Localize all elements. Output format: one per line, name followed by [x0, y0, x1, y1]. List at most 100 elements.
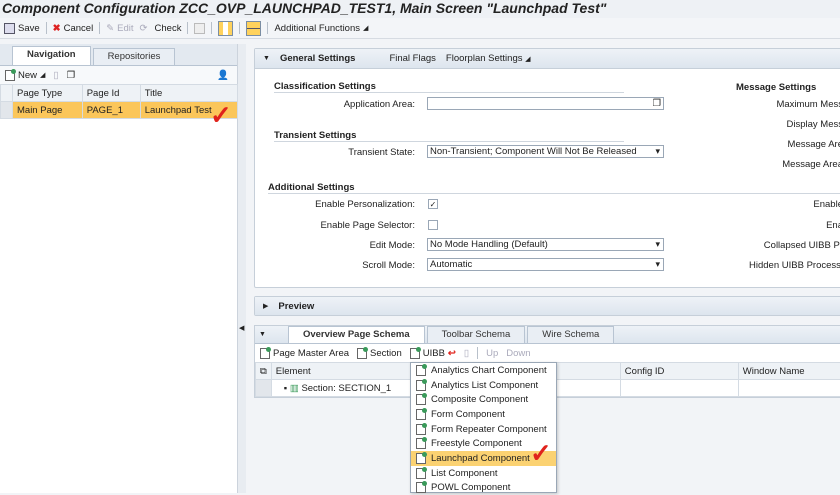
col-page-type: Page Type — [13, 85, 83, 102]
page-master-area-button[interactable]: Page Master Area — [260, 348, 349, 359]
final-flags-link[interactable]: Final Flags — [389, 53, 435, 64]
splitter-handle[interactable]: ◀ — [238, 44, 246, 493]
component-icon — [416, 453, 426, 464]
copy-icon[interactable]: ❐ — [67, 70, 76, 81]
red-check-annotation: ✓ — [210, 102, 232, 128]
delete-icon[interactable]: ▯ — [53, 70, 58, 81]
transient-state-select[interactable]: Non-Transient; Component Will Not Be Rel… — [427, 145, 664, 158]
user-icon[interactable]: 👤 — [217, 70, 229, 81]
add-icon — [357, 348, 367, 359]
edit-button[interactable]: ✎Edit — [106, 23, 133, 34]
component-icon — [416, 394, 426, 405]
section-heading: Transient Settings — [274, 130, 624, 142]
tab-navigation[interactable]: Navigation — [12, 46, 91, 65]
add-icon — [410, 348, 420, 359]
value-help-icon[interactable]: ❐ — [652, 98, 661, 109]
label: Enable Page Selector: — [255, 220, 415, 231]
schema-tabs: ▼ Overview Page Schema Toolbar Schema Wi… — [255, 326, 840, 344]
schema-toolbar: Page Master Area Section UIBB↩ ▯ Up Down — [255, 344, 840, 362]
application-area-input[interactable]: ❐ — [427, 97, 664, 110]
table-row[interactable]: Main PagePAGE_1Launchpad Test — [1, 102, 238, 119]
menu-item-form[interactable]: Form Component — [411, 407, 556, 422]
menu-item-analytics-chart[interactable]: Analytics Chart Component — [411, 363, 556, 378]
label: Collapsed UIBB Pr — [764, 240, 840, 251]
enable-page-selector-checkbox[interactable] — [428, 220, 438, 230]
component-icon — [416, 409, 426, 420]
separator — [239, 22, 240, 34]
section-button[interactable]: Section — [357, 348, 402, 359]
separator — [267, 22, 268, 34]
label: Enable — [813, 199, 840, 210]
delete-icon[interactable]: ▯ — [464, 348, 469, 359]
save-icon — [4, 23, 15, 34]
component-icon — [416, 424, 426, 435]
separator — [211, 22, 212, 34]
label: Scroll Mode: — [255, 260, 415, 271]
cancel-button[interactable]: ✖Cancel — [53, 23, 94, 34]
navigation-panel: Navigation Repositories New◢ ▯ ❐ 👤 Page … — [0, 44, 238, 493]
separator — [187, 22, 188, 34]
left-tabs: Navigation Repositories — [0, 44, 237, 66]
col-title: Title — [140, 85, 237, 102]
component-icon — [416, 365, 426, 376]
edit-mode-select[interactable]: No Mode Handling (Default) — [427, 238, 664, 251]
component-icon — [416, 468, 426, 479]
vertical-split-toggle[interactable] — [218, 21, 233, 36]
menu-item-form-repeater[interactable]: Form Repeater Component — [411, 422, 556, 437]
check-button[interactable]: ⟳Check — [140, 23, 182, 34]
expand-icon: ▼ — [263, 55, 270, 62]
component-icon — [416, 380, 426, 391]
preview-panel[interactable]: ▶Preview — [254, 296, 840, 316]
menu-item-analytics-list[interactable]: Analytics List Component — [411, 378, 556, 393]
cancel-icon: ✖ — [53, 23, 61, 34]
menu-item-composite[interactable]: Composite Component — [411, 392, 556, 407]
enable-personalization-checkbox[interactable]: ✓ — [428, 199, 438, 209]
uibb-button[interactable]: UIBB↩ — [410, 348, 456, 359]
label: Transient State: — [255, 147, 415, 158]
separator — [46, 22, 47, 34]
new-button[interactable]: New◢ — [5, 70, 45, 81]
add-icon — [260, 348, 270, 359]
additional-functions-menu[interactable]: Additional Functions◢ — [274, 23, 368, 34]
cell — [620, 380, 738, 397]
section-heading: Classification Settings — [274, 81, 624, 93]
red-check-annotation: ✓ — [530, 440, 552, 466]
separator — [477, 347, 478, 359]
section-icon: ▥ — [290, 383, 299, 394]
separator — [99, 22, 100, 34]
navigation-toolbar: New◢ ▯ ❐ 👤 — [0, 66, 237, 84]
general-settings-header[interactable]: ▼General SettingsFinal FlagsFloorplan Se… — [255, 49, 840, 69]
cell — [738, 380, 840, 397]
tab-toolbar-schema[interactable]: Toolbar Schema — [427, 326, 526, 343]
menu-item-list[interactable]: List Component — [411, 466, 556, 481]
select-all-icon[interactable]: ⧉ — [256, 363, 272, 380]
horizontal-split-toggle[interactable] — [246, 21, 261, 36]
label: Application Area: — [255, 99, 415, 110]
floorplan-settings-menu[interactable]: Floorplan Settings ◢ — [446, 53, 531, 64]
component-icon — [416, 438, 426, 449]
up-button[interactable]: Up — [486, 348, 498, 359]
row-selector[interactable] — [256, 380, 272, 397]
window-title: Component Configuration ZCC_OVP_LAUNCHPA… — [0, 0, 840, 18]
label: Message Are — [788, 139, 840, 150]
cell: Main Page — [13, 102, 83, 119]
save-button[interactable]: Save — [4, 23, 40, 34]
down-button[interactable]: Down — [506, 348, 530, 359]
tab-repositories[interactable]: Repositories — [93, 48, 176, 65]
tab-overview-page-schema[interactable]: Overview Page Schema — [288, 326, 425, 343]
row-selector[interactable] — [1, 102, 13, 119]
refresh-icon: ⟳ — [140, 23, 148, 34]
tab-wire-schema[interactable]: Wire Schema — [527, 326, 614, 343]
component-icon — [416, 482, 426, 493]
label: Maximum Mess — [776, 99, 840, 110]
label: Display Mess — [787, 119, 840, 130]
label: Edit Mode: — [255, 240, 415, 251]
section-heading: Message Settings — [736, 82, 816, 93]
scroll-mode-select[interactable]: Automatic — [427, 258, 664, 271]
collapse-icon[interactable]: ▼ — [259, 331, 266, 338]
main-toolbar: Save ✖Cancel ✎Edit ⟳Check Additional Fun… — [0, 18, 840, 39]
new-icon — [5, 70, 15, 81]
layout-icon[interactable] — [194, 23, 205, 34]
pencil-icon: ✎ — [106, 23, 114, 34]
row-selector[interactable] — [1, 85, 13, 102]
